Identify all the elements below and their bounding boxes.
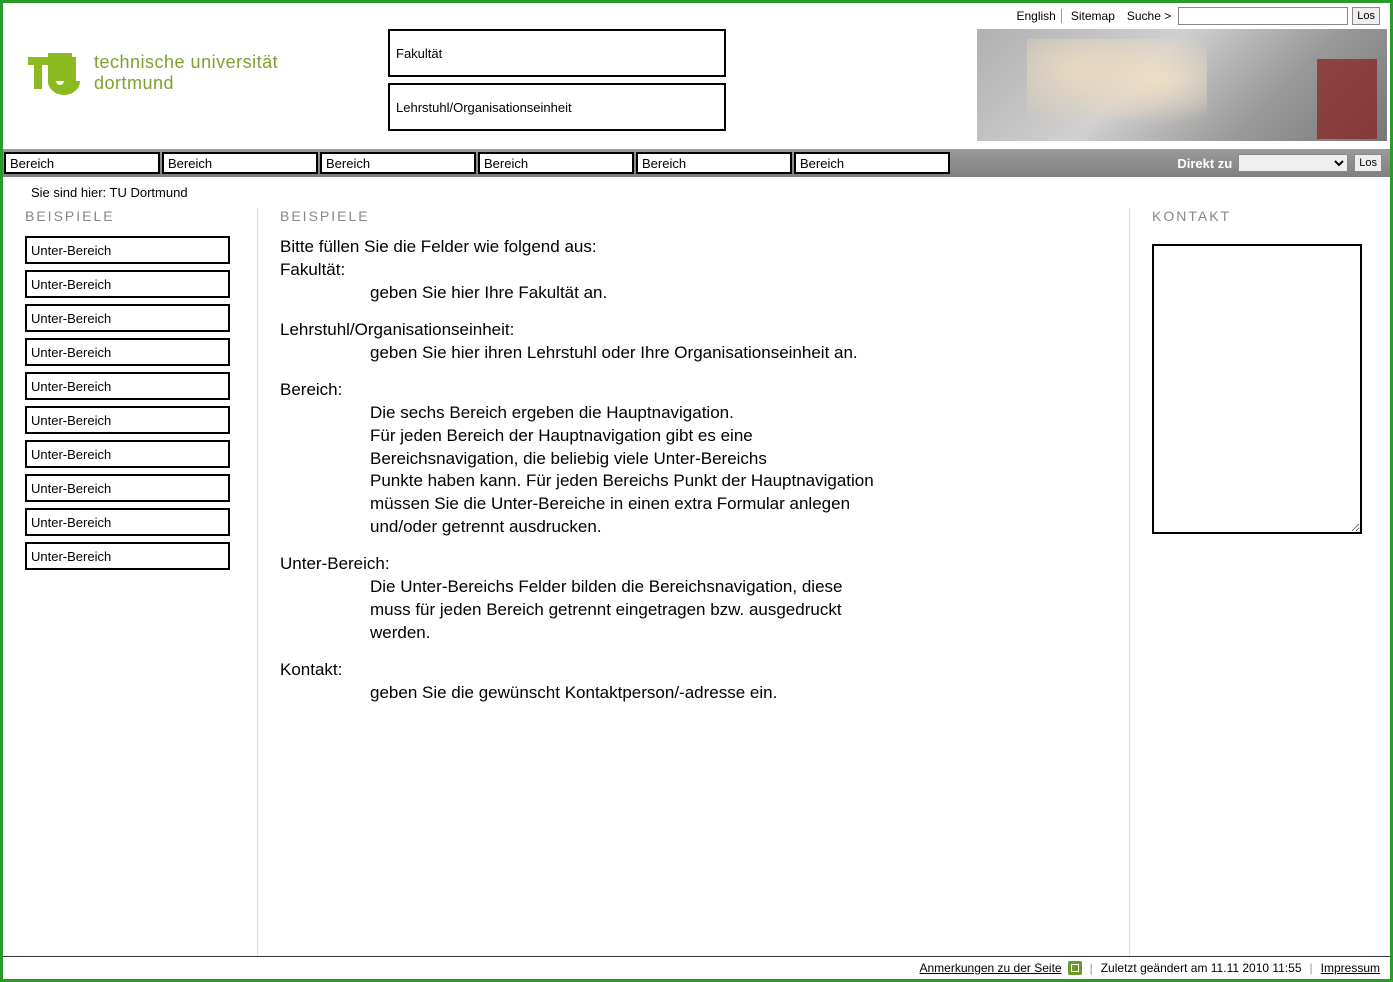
- english-link[interactable]: English: [1011, 9, 1061, 23]
- lehr-text: geben Sie hier ihren Lehrstuhl oder Ihre…: [370, 342, 1097, 365]
- bereich-label: Bereich:: [280, 379, 1097, 402]
- sub-area-input-6[interactable]: [25, 440, 230, 468]
- right-sidebar: KONTAKT: [1152, 208, 1382, 956]
- search-label: Suche >: [1124, 9, 1174, 23]
- sub-area-input-4[interactable]: [25, 372, 230, 400]
- main-nav: Direkt zu Los: [3, 149, 1390, 177]
- breadcrumb: Sie sind hier: TU Dortmund: [3, 177, 1390, 208]
- kontakt-text: geben Sie die gewünscht Kontaktperson/-a…: [370, 682, 1097, 705]
- top-utility-bar: English Sitemap Suche > Los: [3, 3, 1390, 29]
- header: technische universität dortmund: [3, 29, 1390, 141]
- tu-logo-icon: [28, 49, 82, 97]
- nav-area-input-3[interactable]: [478, 152, 634, 174]
- logo: technische universität dortmund: [28, 49, 278, 97]
- last-changed: Zuletzt geändert am 11.11 2010 11:55: [1101, 961, 1302, 975]
- search-input[interactable]: [1178, 7, 1348, 25]
- nav-area-input-2[interactable]: [320, 152, 476, 174]
- bereich-text: Die sechs Bereich ergeben die Hauptnavig…: [370, 402, 1097, 540]
- direkt-zu-label: Direkt zu: [1177, 156, 1232, 171]
- nav-area-input-1[interactable]: [162, 152, 318, 174]
- kontakt-input[interactable]: [1152, 244, 1362, 534]
- sidebar-title: BEISPIELE: [25, 208, 235, 224]
- kontakt-title: KONTAKT: [1152, 208, 1382, 224]
- sitemap-link[interactable]: Sitemap: [1066, 9, 1120, 23]
- fak-text: geben Sie hier Ihre Fakultät an.: [370, 282, 1097, 305]
- unter-label: Unter-Bereich:: [280, 553, 1097, 576]
- footer: Anmerkungen zu der Seite | Zuletzt geänd…: [3, 956, 1390, 979]
- sub-area-input-1[interactable]: [25, 270, 230, 298]
- sub-area-input-7[interactable]: [25, 474, 230, 502]
- lehr-label: Lehrstuhl/Organisationseinheit:: [280, 319, 1097, 342]
- chair-input[interactable]: [388, 83, 726, 131]
- divider: [257, 208, 258, 956]
- nav-area-input-5[interactable]: [794, 152, 950, 174]
- anmerkungen-link[interactable]: Anmerkungen zu der Seite: [920, 961, 1062, 975]
- unter-text: Die Unter-Bereichs Felder bilden die Ber…: [370, 576, 1097, 645]
- logo-text: technische universität dortmund: [94, 52, 278, 93]
- main-content: BEISPIELE Bitte füllen Sie die Felder wi…: [280, 208, 1107, 956]
- nav-area-input-4[interactable]: [636, 152, 792, 174]
- sub-area-input-0[interactable]: [25, 236, 230, 264]
- fak-label: Fakultät:: [280, 259, 1097, 282]
- external-link-icon: [1068, 961, 1082, 975]
- intro-text: Bitte füllen Sie die Felder wie folgend …: [280, 236, 1097, 259]
- sub-area-input-5[interactable]: [25, 406, 230, 434]
- kontakt-label: Kontakt:: [280, 659, 1097, 682]
- sub-area-input-2[interactable]: [25, 304, 230, 332]
- divider: [1129, 208, 1130, 956]
- sub-area-input-9[interactable]: [25, 542, 230, 570]
- sub-area-input-8[interactable]: [25, 508, 230, 536]
- hero-image: [977, 29, 1387, 141]
- nav-area-input-0[interactable]: [4, 152, 160, 174]
- faculty-input[interactable]: [388, 29, 726, 77]
- direkt-zu-select[interactable]: [1238, 154, 1348, 172]
- left-sidebar: BEISPIELE: [25, 208, 235, 956]
- direkt-zu-go-button[interactable]: Los: [1354, 154, 1382, 172]
- impressum-link[interactable]: Impressum: [1321, 961, 1380, 975]
- sub-area-input-3[interactable]: [25, 338, 230, 366]
- search-go-button[interactable]: Los: [1352, 7, 1380, 25]
- main-title: BEISPIELE: [280, 208, 1097, 224]
